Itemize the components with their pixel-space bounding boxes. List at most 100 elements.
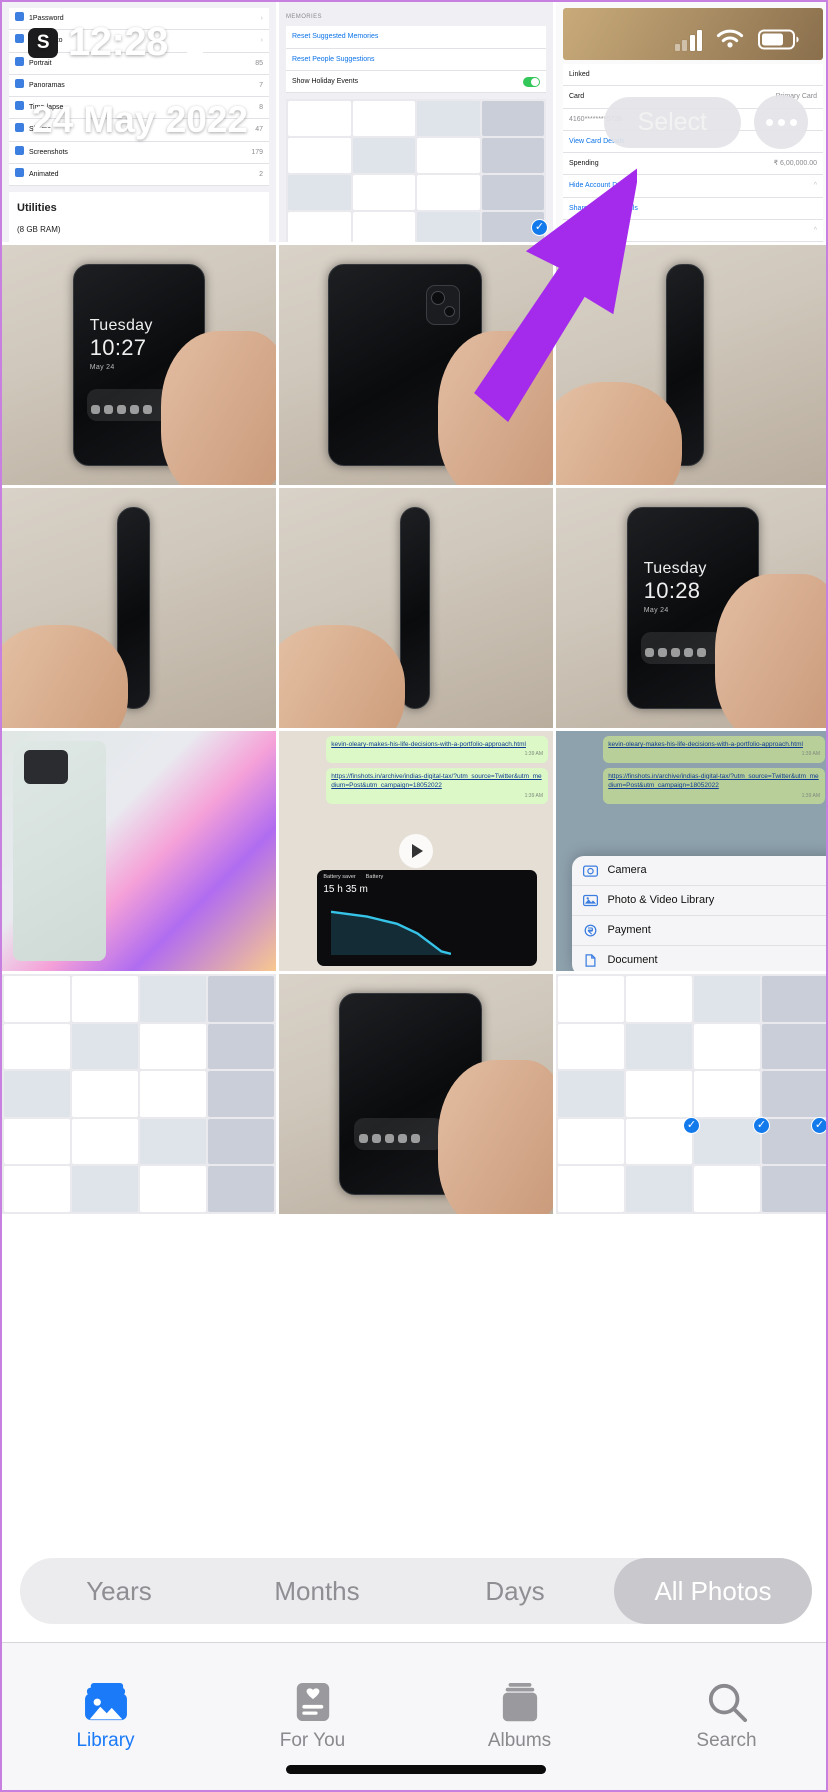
share-account-details-action[interactable]: Share Account Details (569, 202, 638, 215)
tab-library[interactable]: Library (2, 1643, 209, 1790)
ellipsis-icon (789, 118, 797, 126)
chat-link[interactable]: kevin-oleary-makes-his-life-decisions-wi… (608, 741, 803, 748)
grid-thumbnail-phone-edge-3[interactable] (279, 488, 553, 728)
chat-link[interactable]: kevin-oleary-makes-his-life-decisions-wi… (331, 741, 526, 748)
grid-thumbnail-phone-edge-2[interactable] (2, 488, 276, 728)
chat-time: 1:39 AM (801, 792, 820, 799)
grid-thumbnail-phone-back-camera[interactable] (279, 245, 553, 485)
select-button[interactable]: Select (603, 96, 741, 148)
app-badge-icon: S (28, 27, 58, 58)
thumb-row-value: 179 (251, 148, 263, 156)
grid-thumbnail-photos-settings-memories[interactable]: MEMORIES Reset Suggested Memories Reset … (279, 2, 553, 242)
tab-for-you-label: For You (279, 1729, 346, 1751)
statement-section-label: Statement (569, 227, 601, 235)
grid-thumbnail-lockscreen-1027-a[interactable]: Tuesday 10:27 May 24 (2, 245, 276, 485)
ellipsis-icon (777, 118, 785, 126)
battery-saver-video-frame: Battery saver Battery 15 h 35 m (317, 870, 537, 967)
lock-date: May 24 (643, 606, 669, 614)
chat-bubble: https://finshots.in/archive/indias-digit… (603, 767, 825, 804)
overlay-time: S 12:28 (28, 20, 212, 65)
selected-checkmark-icon[interactable]: ✓ (753, 1117, 770, 1134)
chat-time: 1:39 AM (524, 751, 543, 758)
chat-link[interactable]: https://finshots.in/archive/indias-digit… (608, 773, 818, 789)
thumb-row-value: 47 (255, 126, 263, 134)
segment-days[interactable]: Days (416, 1576, 614, 1607)
grid-thumbnail-collage-screens-2[interactable]: ✓ ✓ ✓ (556, 974, 826, 1214)
grid-thumbnail-lockscreen-1027-b[interactable] (279, 974, 553, 1214)
grid-thumbnail-collage-screens-1[interactable] (2, 974, 276, 1214)
thumb-row-value: 7 (259, 81, 263, 89)
grid-thumbnail-lockscreen-1028[interactable]: Tuesday 10:28 May 24 (556, 488, 826, 728)
photo-grid[interactable]: 1Password› Last Photo› Portrait85 Panora… (2, 2, 826, 1332)
reset-suggested-memories-link[interactable]: Reset Suggested Memories (292, 30, 378, 43)
bank-balance: ₹ 6,00,000.00 (773, 160, 817, 168)
segment-months[interactable]: Months (218, 1576, 416, 1607)
attachment-menu-item-document[interactable]: Document (572, 946, 826, 971)
tab-search-label: Search (696, 1729, 757, 1751)
attachment-menu-label: Document (607, 954, 658, 967)
attachment-menu[interactable]: Camera Photo & Video Library Payment Doc… (572, 855, 826, 971)
search-icon (708, 1683, 747, 1722)
selected-checkmark-icon[interactable]: ✓ (531, 219, 548, 236)
bank-line-label: Spending (569, 160, 599, 168)
photo-library-icon (583, 894, 599, 906)
show-holiday-events-toggle[interactable] (523, 76, 540, 87)
overlay-time-text: 12:28 (68, 20, 168, 64)
selected-checkmark-icon[interactable]: ✓ (683, 1117, 700, 1134)
player-tab-1: Battery saver (323, 874, 356, 881)
tab-library-label: Library (76, 1729, 135, 1751)
chat-link[interactable]: https://finshots.in/archive/indias-digit… (331, 773, 541, 789)
lock-time: 10:28 (643, 578, 701, 604)
thumb-row-label: Animated (29, 171, 59, 179)
thumb-row-value: 2 (259, 171, 263, 179)
product-title: Utilities (17, 202, 57, 215)
albums-book-icon (502, 1682, 537, 1721)
lock-time: 10:27 (89, 335, 147, 361)
more-options-button[interactable] (754, 95, 808, 149)
thumb-row-label: Panoramas (29, 81, 65, 89)
selected-checkmark-icon[interactable]: ✓ (811, 1117, 826, 1134)
tab-albums-label: Albums (487, 1729, 552, 1751)
camera-icon (583, 865, 599, 877)
attachment-menu-item-payment[interactable]: Payment (572, 916, 826, 946)
thumb-row-label: Screenshots (29, 148, 68, 156)
lock-day: Tuesday (643, 560, 707, 578)
lock-date: May 24 (89, 363, 115, 371)
play-button-icon[interactable] (399, 834, 433, 868)
segment-years[interactable]: Years (20, 1576, 218, 1607)
timeline-scope-control[interactable]: Years Months Days All Photos (2, 1558, 826, 1624)
chat-bubble: kevin-oleary-makes-his-life-decisions-wi… (326, 736, 548, 763)
document-icon (585, 954, 596, 967)
reset-people-suggestions-link[interactable]: Reset People Suggestions (292, 53, 375, 66)
crescent-moon-icon (182, 30, 207, 55)
attachment-menu-label: Photo & Video Library (607, 894, 715, 907)
ellipsis-icon (765, 118, 773, 126)
bank-line-label: Card (569, 93, 585, 101)
for-you-card-icon (296, 1682, 329, 1721)
show-holiday-events-label: Show Holiday Events (292, 77, 359, 85)
home-indicator (286, 1765, 546, 1774)
lock-day: Tuesday (89, 317, 153, 335)
thumb-row-value: 85 (255, 59, 263, 67)
chat-bubble: kevin-oleary-makes-his-life-decisions-wi… (603, 736, 825, 763)
hide-account-details-action[interactable]: Hide Account Details (569, 179, 634, 192)
thumb-row-value: 8 (259, 104, 263, 112)
attachment-menu-item-camera[interactable]: Camera (572, 856, 826, 886)
segment-all-photos[interactable]: All Photos (614, 1558, 812, 1624)
grid-thumbnail-chat-attachment-menu[interactable]: kevin-oleary-makes-his-life-decisions-wi… (556, 731, 826, 971)
chat-bubble: https://finshots.in/archive/indias-digit… (326, 767, 548, 804)
chat-time: 1:39 AM (524, 792, 543, 799)
memories-group-header: MEMORIES (286, 14, 322, 20)
attachment-menu-item-photo-video-library[interactable]: Photo & Video Library (572, 886, 826, 916)
tab-search[interactable]: Search (623, 1643, 826, 1790)
bank-line-label: Linked (569, 71, 590, 78)
battery-curve-chart (330, 910, 451, 955)
grid-thumbnail-phone-edge-1[interactable] (556, 245, 826, 485)
grid-thumbnail-chat-links-video[interactable]: kevin-oleary-makes-his-life-decisions-wi… (279, 731, 553, 971)
tab-bar[interactable]: Library For You Albums Search (2, 1642, 826, 1790)
top-action-buttons[interactable]: Select (603, 95, 808, 149)
payment-icon (585, 924, 597, 937)
photo-stack-icon (84, 1682, 127, 1720)
photos-app-screen: 1Password› Last Photo› Portrait85 Panora… (0, 0, 828, 1792)
grid-thumbnail-phone-gradient-wallpaper[interactable] (2, 731, 276, 971)
